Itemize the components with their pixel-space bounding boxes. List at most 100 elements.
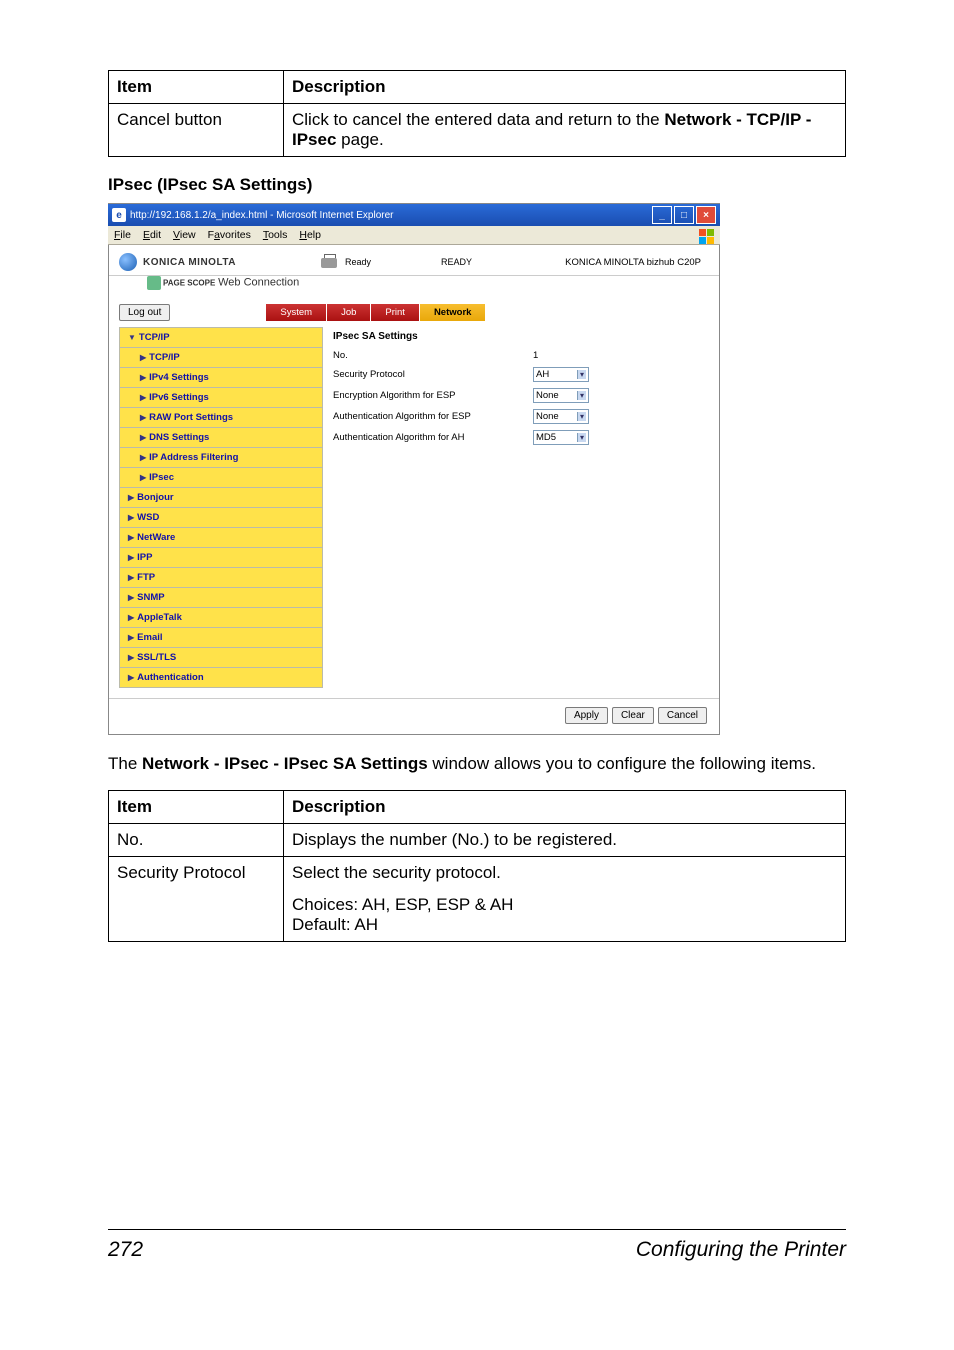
section-heading-ipsec-sa: IPsec (IPsec SA Settings) <box>108 175 846 195</box>
triangle-icon: ▶ <box>128 513 134 522</box>
body-text: The Network - IPsec - IPsec SA Settings … <box>108 753 846 776</box>
triangle-icon: ▶ <box>128 573 134 582</box>
konica-minolta-logo-icon <box>119 253 137 271</box>
table-cancel-button: Item Description Cancel button Click to … <box>108 70 846 157</box>
select-auth-ah[interactable]: MD5▾ <box>533 430 589 445</box>
select-encryption-esp[interactable]: None▾ <box>533 388 589 403</box>
sidebar-item-bonjour[interactable]: ▶Bonjour <box>119 488 323 508</box>
cell-description: Displays the number (No.) to be register… <box>284 823 846 856</box>
label-security-protocol: Security Protocol <box>333 369 533 380</box>
menu-edit[interactable]: Edit <box>143 229 161 241</box>
minimize-button[interactable]: _ <box>652 206 672 224</box>
sidebar-item-ipsec[interactable]: ▶IPsec <box>119 468 323 488</box>
panel-title: IPsec SA Settings <box>333 331 703 342</box>
triangle-icon: ▶ <box>140 473 146 482</box>
cell-description: Click to cancel the entered data and ret… <box>284 104 846 157</box>
sidebar-item-raw-port[interactable]: ▶RAW Port Settings <box>119 408 323 428</box>
sidebar: ▼TCP/IP ▶TCP/IP ▶IPv4 Settings ▶IPv6 Set… <box>119 327 323 688</box>
sidebar-item-appletalk[interactable]: ▶AppleTalk <box>119 608 323 628</box>
menubar: File Edit View Favorites Tools Help <box>108 226 720 245</box>
sidebar-item-snmp[interactable]: ▶SNMP <box>119 588 323 608</box>
table-header-item: Item <box>109 790 284 823</box>
sidebar-item-dns[interactable]: ▶DNS Settings <box>119 428 323 448</box>
menu-file[interactable]: File <box>114 229 131 241</box>
page-number: 272 <box>108 1238 143 1262</box>
printer-icon <box>319 254 339 270</box>
table-row: Security Protocol Select the security pr… <box>109 856 846 889</box>
logout-button[interactable]: Log out <box>119 304 170 321</box>
chevron-down-icon: ▾ <box>577 433 586 442</box>
table-row: Cancel button Click to cancel the entere… <box>109 104 846 157</box>
windows-logo-icon <box>698 228 716 244</box>
table-header-description: Description <box>284 790 846 823</box>
label-no: No. <box>333 350 533 361</box>
menu-favorites[interactable]: Favorites <box>208 229 251 241</box>
label-auth-esp: Authentication Algorithm for ESP <box>333 411 533 422</box>
tab-system[interactable]: System <box>266 304 327 321</box>
value-no: 1 <box>533 350 538 361</box>
table-header-description: Description <box>284 71 846 104</box>
select-auth-esp[interactable]: None▾ <box>533 409 589 424</box>
triangle-icon: ▶ <box>140 393 146 402</box>
clear-button[interactable]: Clear <box>612 707 654 724</box>
apply-button[interactable]: Apply <box>565 707 608 724</box>
page-footer: 272 Configuring the Printer <box>108 1229 846 1262</box>
triangle-icon: ▶ <box>128 493 134 502</box>
brand-name: KONICA MINOLTA <box>143 257 236 268</box>
triangle-icon: ▶ <box>128 613 134 622</box>
sidebar-item-ssltls[interactable]: ▶SSL/TLS <box>119 648 323 668</box>
cell-description: Select the security protocol. <box>284 856 846 889</box>
sidebar-item-authentication[interactable]: ▶Authentication <box>119 668 323 688</box>
sidebar-item-ip-filter[interactable]: ▶IP Address Filtering <box>119 448 323 468</box>
printer-status: Ready <box>345 257 371 267</box>
menu-help[interactable]: Help <box>299 229 321 241</box>
maximize-button[interactable]: □ <box>674 206 694 224</box>
tab-print[interactable]: Print <box>371 304 420 321</box>
menu-tools[interactable]: Tools <box>263 229 288 241</box>
menu-view[interactable]: View <box>173 229 196 241</box>
triangle-icon: ▶ <box>140 373 146 382</box>
model-label: KONICA MINOLTA bizhub C20P <box>565 257 701 268</box>
sidebar-item-email[interactable]: ▶Email <box>119 628 323 648</box>
cell-item: Cancel button <box>109 104 284 157</box>
sidebar-item-tcpip-top[interactable]: ▼TCP/IP <box>119 327 323 348</box>
triangle-icon: ▶ <box>140 353 146 362</box>
tab-job[interactable]: Job <box>327 304 371 321</box>
table-row: No. Displays the number (No.) to be regi… <box>109 823 846 856</box>
triangle-icon: ▶ <box>140 433 146 442</box>
sidebar-item-tcpip[interactable]: ▶TCP/IP <box>119 348 323 368</box>
cell-item: No. <box>109 823 284 856</box>
sidebar-item-ipv6[interactable]: ▶IPv6 Settings <box>119 388 323 408</box>
triangle-icon: ▶ <box>128 633 134 642</box>
window-titlebar: e http://192.168.1.2/a_index.html - Micr… <box>108 204 720 226</box>
sidebar-item-ftp[interactable]: ▶FTP <box>119 568 323 588</box>
chevron-down-icon: ▾ <box>577 370 586 379</box>
chevron-down-icon: ▼ <box>128 333 136 342</box>
close-button[interactable]: × <box>696 206 716 224</box>
label-auth-ah: Authentication Algorithm for AH <box>333 432 533 443</box>
triangle-icon: ▶ <box>128 673 134 682</box>
triangle-icon: ▶ <box>128 593 134 602</box>
window-title: http://192.168.1.2/a_index.html - Micros… <box>130 210 393 221</box>
tab-network[interactable]: Network <box>420 304 486 321</box>
chevron-down-icon: ▾ <box>577 391 586 400</box>
triangle-icon: ▶ <box>140 413 146 422</box>
triangle-icon: ▶ <box>128 553 134 562</box>
sidebar-item-wsd[interactable]: ▶WSD <box>119 508 323 528</box>
pagescope-label: PAGE SCOPE Web Connection <box>109 276 719 296</box>
pagescope-icon <box>147 276 161 290</box>
cell-description: Choices: AH, ESP, ESP & AH Default: AH <box>284 889 846 942</box>
chevron-down-icon: ▾ <box>577 412 586 421</box>
footer-title: Configuring the Printer <box>636 1238 846 1262</box>
select-security-protocol[interactable]: AH▾ <box>533 367 589 382</box>
ready-label: READY <box>441 257 472 267</box>
table-header-item: Item <box>109 71 284 104</box>
table-ipsec-sa-items: Item Description No. Displays the number… <box>108 790 846 942</box>
label-encryption-esp: Encryption Algorithm for ESP <box>333 390 533 401</box>
triangle-icon: ▶ <box>128 533 134 542</box>
screenshot-ipsec-sa-settings: e http://192.168.1.2/a_index.html - Micr… <box>108 203 720 735</box>
sidebar-item-netware[interactable]: ▶NetWare <box>119 528 323 548</box>
cancel-button[interactable]: Cancel <box>658 707 707 724</box>
sidebar-item-ipv4[interactable]: ▶IPv4 Settings <box>119 368 323 388</box>
sidebar-item-ipp[interactable]: ▶IPP <box>119 548 323 568</box>
